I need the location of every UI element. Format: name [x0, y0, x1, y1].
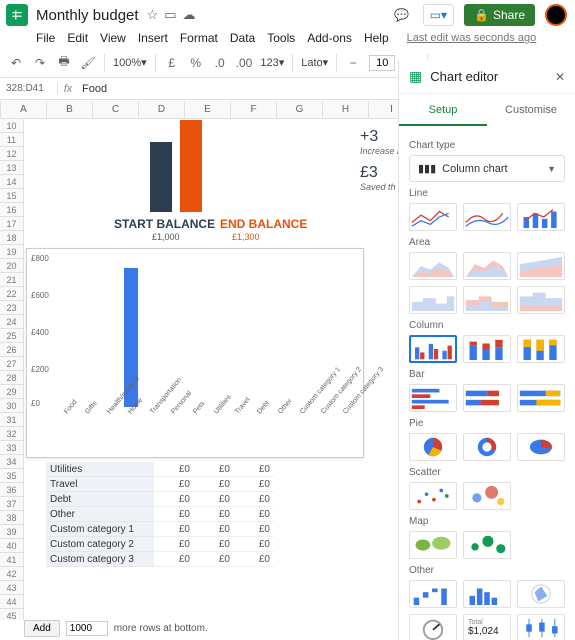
chart-thumb-bar-100[interactable] — [517, 384, 565, 412]
embedded-column-chart[interactable]: £800 £600 £400 £200 £0 FoodGiftsHealth/m… — [26, 248, 364, 458]
fx-icon: fx — [58, 83, 78, 95]
doc-title[interactable]: Monthly budget — [36, 7, 139, 24]
col-header[interactable]: H — [323, 101, 369, 118]
fontsize-input[interactable] — [369, 55, 395, 71]
col-header[interactable]: A — [1, 101, 47, 118]
currency-button[interactable]: £ — [164, 53, 180, 73]
star-icon[interactable]: ☆ — [147, 7, 159, 23]
chart-thumb-area-6[interactable] — [517, 286, 565, 314]
undo-button[interactable]: ↶ — [8, 53, 24, 73]
menu-data[interactable]: Data — [230, 31, 255, 45]
chart-thumb-area-3[interactable] — [517, 252, 565, 280]
col-header[interactable]: B — [47, 101, 93, 118]
present-button[interactable]: ▭▾ — [423, 4, 454, 26]
chart-thumb-area-1[interactable] — [409, 252, 457, 280]
menu-insert[interactable]: Insert — [138, 31, 168, 45]
last-edit-link[interactable]: Last edit was seconds ago — [407, 32, 537, 44]
chart-thumb-column-stacked[interactable] — [463, 335, 511, 363]
add-rows-button[interactable]: Add — [24, 620, 60, 637]
account-avatar[interactable] — [545, 4, 567, 26]
chart-thumb-pie3d[interactable] — [517, 433, 565, 461]
menu-tools[interactable]: Tools — [267, 31, 295, 45]
menu-file[interactable]: File — [36, 31, 55, 45]
comments-button[interactable]: 💬 — [391, 4, 413, 26]
paint-format-button[interactable]: 🖌 — [80, 53, 96, 73]
chart-thumb-bubble[interactable] — [463, 482, 511, 510]
chart-thumb-pie[interactable] — [409, 433, 457, 461]
chart-type-dropdown[interactable]: ▮▮▮ Column chart ▼ — [409, 155, 565, 182]
zoom-select[interactable]: 100% ▾ — [113, 53, 147, 73]
col-header[interactable]: E — [185, 101, 231, 118]
chart-thumb-combo[interactable] — [517, 203, 565, 231]
add-rows-count[interactable] — [66, 621, 108, 636]
chart-thumb-bar-stacked[interactable] — [463, 384, 511, 412]
chart-editor-panel: ▦ Chart editor ✕ Setup Customise Chart t… — [398, 60, 575, 640]
chart-icon: ▦ — [409, 68, 422, 85]
menu-edit[interactable]: Edit — [67, 31, 88, 45]
chart-thumb-histogram[interactable] — [463, 580, 511, 608]
col-header[interactable]: F — [231, 101, 277, 118]
chart-thumb-column-100[interactable] — [517, 335, 565, 363]
menu-addons[interactable]: Add-ons — [307, 31, 352, 45]
category-table[interactable]: Utilities£0£0£0Travel£0£0£0Debt£0£0£0Oth… — [46, 462, 274, 567]
name-box[interactable]: 328:D41 — [0, 83, 58, 94]
print-button[interactable]: 🖶 — [56, 53, 72, 73]
chart-thumb-gauge[interactable] — [409, 614, 457, 640]
menu-view[interactable]: View — [100, 31, 126, 45]
column-icon: ▮▮▮ — [418, 162, 436, 175]
close-panel-button[interactable]: ✕ — [555, 70, 565, 84]
cloud-icon[interactable]: ☁ — [183, 7, 196, 23]
percent-button[interactable]: % — [188, 53, 204, 73]
redo-button[interactable]: ↷ — [32, 53, 48, 73]
tab-setup[interactable]: Setup — [399, 94, 487, 126]
chart-thumb-line-basic[interactable] — [409, 203, 457, 231]
sheets-logo[interactable] — [6, 4, 28, 26]
number-format-select[interactable]: 123 ▾ — [260, 53, 284, 73]
panel-title: Chart editor — [430, 69, 555, 84]
menu-format[interactable]: Format — [180, 31, 218, 45]
chart-thumb-scatter[interactable] — [409, 482, 457, 510]
increase-decimal-button[interactable]: .00 — [236, 53, 253, 73]
col-header[interactable]: C — [93, 101, 139, 118]
tab-customise[interactable]: Customise — [487, 94, 575, 126]
chart-thumb-column-basic[interactable] — [409, 335, 457, 363]
chart-thumb-bar-basic[interactable] — [409, 384, 457, 412]
chart-thumb-area-4[interactable] — [409, 286, 457, 314]
chart-thumb-scorecard[interactable]: Total $1,024 — [463, 614, 511, 640]
chart-thumb-geo-markers[interactable] — [463, 531, 511, 559]
add-rows-tail: more rows at bottom. — [114, 623, 208, 634]
share-button[interactable]: 🔒 Share — [464, 4, 535, 26]
chart-type-label: Chart type — [409, 140, 565, 151]
chart-thumb-geo[interactable] — [409, 531, 457, 559]
fontsize-decrease[interactable]: − — [345, 53, 361, 73]
chart-thumb-donut[interactable] — [463, 433, 511, 461]
chart-thumb-area-2[interactable] — [463, 252, 511, 280]
font-select[interactable]: Lato ▾ — [301, 53, 328, 73]
col-header[interactable]: D — [139, 101, 185, 118]
col-header[interactable]: I — [369, 101, 398, 118]
chart-thumb-candlestick[interactable] — [517, 614, 565, 640]
chart-thumb-waterfall[interactable] — [409, 580, 457, 608]
menu-help[interactable]: Help — [364, 31, 389, 45]
move-icon[interactable]: ▭ — [164, 7, 176, 23]
col-header[interactable]: G — [277, 101, 323, 118]
chart-thumb-line-smooth[interactable] — [463, 203, 511, 231]
chart-thumb-area-5[interactable] — [463, 286, 511, 314]
chart-thumb-radar[interactable] — [517, 580, 565, 608]
decrease-decimal-button[interactable]: .0 — [212, 53, 228, 73]
menu-bar: File Edit View Insert Format Data Tools … — [0, 28, 575, 48]
